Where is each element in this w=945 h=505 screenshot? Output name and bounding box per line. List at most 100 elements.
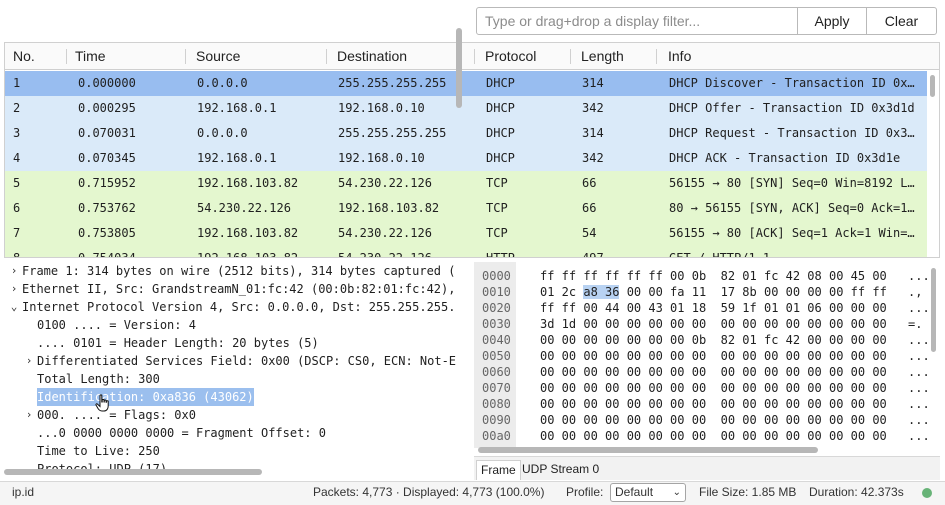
status-indicator-icon	[922, 488, 932, 498]
column-header-time[interactable]: Time	[67, 43, 185, 70]
scrollbar-thumb[interactable]	[930, 75, 935, 97]
tree-item[interactable]: Time to Live: 250	[4, 442, 456, 460]
tree-item[interactable]: ...0 0000 0000 0000 = Fragment Offset: 0	[4, 424, 456, 442]
column-divider[interactable]	[570, 49, 571, 64]
bytes-vertical-scrollbar[interactable]	[931, 268, 936, 352]
cell-info: 80 → 56155 [SYN, ACK] Seq=0 Ack=1…	[669, 201, 915, 215]
tree-item[interactable]: › Ethernet II, Src: GrandstreamN_01:fc:42…	[4, 280, 456, 298]
profile-value: Default	[615, 485, 654, 499]
packet-row[interactable]: 1 0.000000 0.0.0.0 255.255.255.255 DHCP 314 DH…	[5, 71, 929, 96]
bytes-horizontal-scrollbar[interactable]	[478, 447, 818, 453]
bytes-row[interactable]: 0030 3d 1d 00 00 00 00 00 00 00 00 00 00 …	[474, 316, 940, 332]
hex-bytes: 00 00 00 00 00 00 00 00 00 00 00 00 00 0…	[540, 365, 887, 379]
collapsed-arrow-icon[interactable]: ›	[23, 406, 35, 424]
tree-item[interactable]: 0100 .... = Version: 4	[4, 316, 456, 334]
cell-source: 192.168.103.82	[197, 251, 299, 258]
packet-row[interactable]: 5 0.715952 192.168.103.82 54.230.22.126 TCP 6…	[5, 171, 929, 196]
bytes-row[interactable]: 0070 00 00 00 00 00 00 00 00 00 00 00 00 …	[474, 380, 940, 396]
bytes-row[interactable]: 0020 ff ff 00 44 00 43 01 18 59 1f 01 01 …	[474, 300, 940, 316]
byte-offset: 0040	[482, 333, 511, 347]
packet-count: Packets: 4,773 · Displayed: 4,773 (100.0…	[313, 485, 545, 499]
hex-bytes-segment: 01 2c	[540, 285, 584, 299]
packet-row[interactable]: 8 0.754034 192.168.103.82 54.230.22.126 HTTP…	[5, 246, 929, 258]
cell-destination: 54.230.22.126	[338, 226, 432, 240]
collapsed-arrow-icon[interactable]: ›	[23, 352, 35, 370]
cell-protocol: TCP	[486, 201, 508, 215]
packet-row[interactable]: 3 0.070031 0.0.0.0 255.255.255.255 DHCP 314 DH…	[5, 121, 929, 146]
byte-offset: 0000	[482, 269, 511, 283]
column-header-destination[interactable]: Destination	[329, 43, 474, 70]
apply-filter-button[interactable]: Apply	[797, 7, 867, 35]
bytes-row[interactable]: 0060 00 00 00 00 00 00 00 00 00 00 00 00 …	[474, 364, 940, 380]
bytes-row[interactable]: 0090 00 00 00 00 00 00 00 00 00 00 00 00 …	[474, 412, 940, 428]
ascii-bytes: .,	[908, 285, 923, 299]
cell-length: 314	[582, 126, 604, 140]
hex-bytes-segment: 00 00 fa 11 17 8b 00 00 00 00 ff ff	[619, 285, 887, 299]
bytes-row[interactable]: 0000 ff ff ff ff ff ff 00 0b 82 01 fc 42 …	[474, 268, 940, 284]
cell-source: 192.168.103.82	[197, 226, 299, 240]
column-divider[interactable]	[474, 49, 475, 64]
column-header-info[interactable]: Info	[660, 43, 930, 70]
cell-time: 0.070031	[78, 126, 136, 140]
cell-no: 2	[13, 101, 21, 115]
tree-item[interactable]: › 000. .... = Flags: 0x0	[4, 406, 456, 424]
cell-destination: 255.255.255.255	[338, 126, 447, 140]
cell-info: 56155 → 80 [ACK] Seq=1 Ack=1 Win=…	[669, 226, 915, 240]
expanded-arrow-icon[interactable]: ⌄	[8, 298, 20, 316]
cell-info: DHCP ACK - Transaction ID 0x3d1e	[669, 151, 901, 165]
details-vertical-scrollbar[interactable]	[456, 28, 462, 108]
details-horizontal-scrollbar[interactable]	[4, 469, 262, 475]
clear-filter-button[interactable]: Clear	[866, 7, 937, 35]
packet-row[interactable]: 4 0.070345 192.168.0.1 192.168.0.10 DHCP 342 D…	[5, 146, 929, 171]
cell-no: 8	[13, 251, 21, 258]
packet-row[interactable]: 2 0.000295 192.168.0.1 192.168.0.10 DHCP 342 D…	[5, 96, 929, 121]
tree-item-label: Identification: 0xa836 (43062)	[37, 388, 254, 406]
tree-item-label: 000. .... = Flags: 0x0	[37, 408, 196, 422]
bytes-row[interactable]: 0010 01 2c a8 36 00 00 fa 11 17 8b 00 00 …	[474, 284, 940, 300]
tree-item[interactable]: Identification: 0xa836 (43062)	[4, 388, 456, 406]
packet-row[interactable]: 6 0.753762 54.230.22.126 192.168.103.82 TCP 6…	[5, 196, 929, 221]
collapsed-arrow-icon[interactable]: ›	[8, 280, 20, 298]
display-filter-input[interactable]	[476, 7, 798, 35]
tree-item[interactable]: › Differentiated Services Field: 0x00 (DS…	[4, 352, 456, 370]
hex-bytes: 00 00 00 00 00 00 00 00 00 00 00 00 00 0…	[540, 397, 887, 411]
cell-source: 192.168.0.1	[197, 151, 277, 165]
bytes-row[interactable]: 00a0 00 00 00 00 00 00 00 00 00 00 00 00 …	[474, 428, 940, 444]
tree-item[interactable]: Total Length: 300	[4, 370, 456, 388]
ascii-bytes: ...	[908, 381, 930, 395]
ascii-bytes: ...	[908, 269, 930, 283]
cell-no: 4	[13, 151, 21, 165]
packet-row[interactable]: 7 0.753805 192.168.103.82 54.230.22.126 TCP 5…	[5, 221, 929, 246]
collapsed-arrow-icon[interactable]: ›	[8, 262, 20, 280]
tree-item[interactable]: .... 0101 = Header Length: 20 bytes (5)	[4, 334, 456, 352]
bytes-row[interactable]: 0080 00 00 00 00 00 00 00 00 00 00 00 00 …	[474, 396, 940, 412]
byte-offset: 0030	[482, 317, 511, 331]
byte-offset: 00a0	[482, 429, 511, 443]
byte-offset: 0060	[482, 365, 511, 379]
cell-protocol: HTTP	[486, 251, 515, 258]
profile-select[interactable]: Default ⌄	[610, 483, 686, 502]
column-header-no[interactable]: No.	[5, 43, 65, 70]
bytes-row[interactable]: 0040 00 00 00 00 00 00 00 0b 82 01 fc 42 …	[474, 332, 940, 348]
column-divider[interactable]	[326, 49, 327, 64]
tree-item[interactable]: › Frame 1: 314 bytes on wire (2512 bits),…	[4, 262, 456, 280]
tree-item[interactable]: ⌄ Internet Protocol Version 4, Src: 0.0.0…	[4, 298, 456, 316]
cell-source: 192.168.0.1	[197, 101, 277, 115]
cell-time: 0.715952	[78, 176, 136, 190]
cell-no: 6	[13, 201, 21, 215]
tree-item-label: Internet Protocol Version 4, Src: 0.0.0.…	[22, 300, 456, 314]
ascii-bytes: ...	[908, 397, 930, 411]
column-header-protocol[interactable]: Protocol	[477, 43, 570, 70]
cell-source: 0.0.0.0	[197, 76, 248, 90]
tab-udp-stream[interactable]: UDP Stream 0	[518, 460, 603, 480]
packet-list-scrollbar[interactable]	[927, 71, 939, 257]
column-divider[interactable]	[656, 49, 657, 64]
cell-length: 314	[582, 76, 604, 90]
ascii-bytes: ...	[908, 365, 930, 379]
column-header-source[interactable]: Source	[188, 43, 326, 70]
tab-frame[interactable]: Frame	[476, 460, 521, 480]
bytes-row[interactable]: 0050 00 00 00 00 00 00 00 00 00 00 00 00 …	[474, 348, 940, 364]
column-header-length[interactable]: Length	[573, 43, 656, 70]
column-divider[interactable]	[185, 49, 186, 64]
status-bar: ip.id Packets: 4,773 · Displayed: 4,773 …	[0, 481, 945, 505]
